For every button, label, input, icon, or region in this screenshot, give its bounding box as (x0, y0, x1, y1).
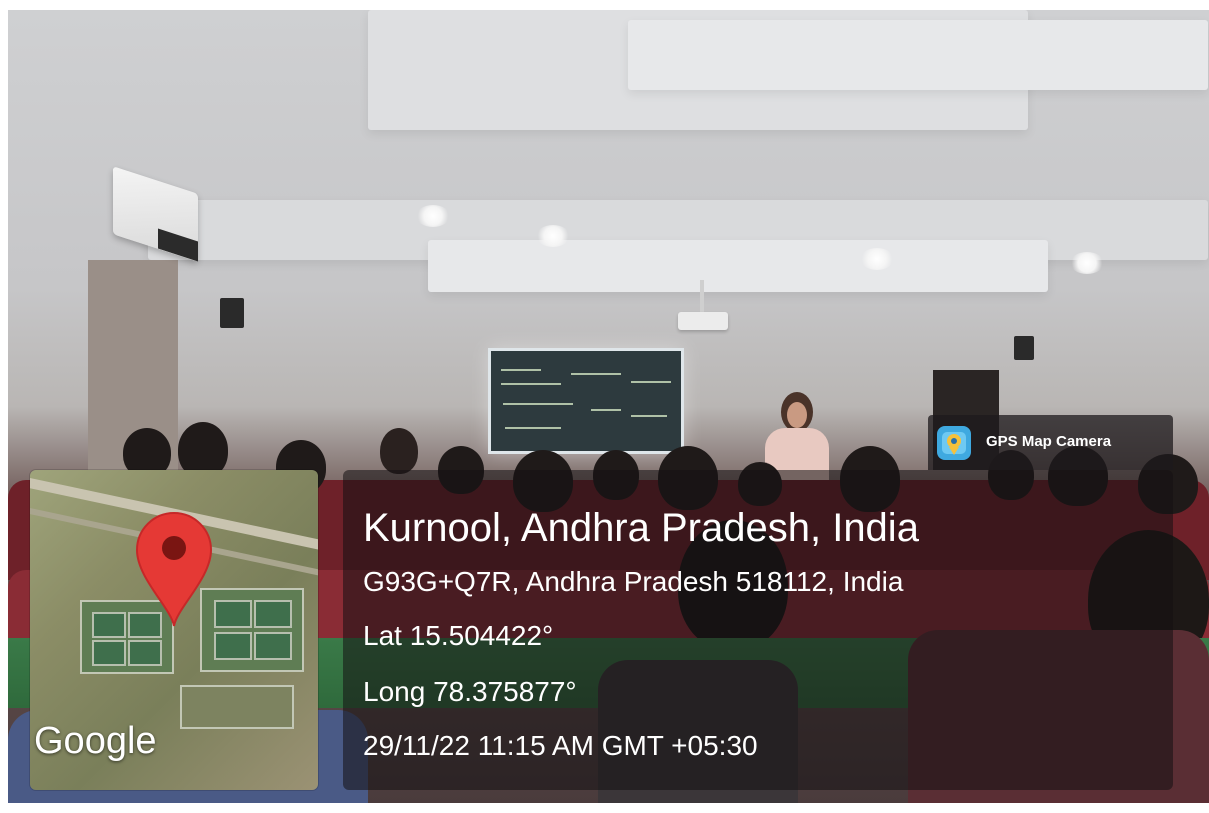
map-field (180, 685, 294, 729)
screen-writing (501, 369, 541, 371)
screen-writing (571, 373, 621, 375)
map-thumbnail: Google (30, 470, 318, 790)
screen-writing (591, 409, 621, 411)
wall-speaker (1014, 336, 1034, 360)
projector (678, 312, 728, 330)
ceiling-panel (628, 20, 1208, 90)
screen-writing (501, 383, 561, 385)
projection-screen (488, 348, 684, 454)
projector-mount (700, 280, 704, 314)
wall-speaker (220, 298, 244, 328)
ceiling-light (1070, 252, 1104, 274)
map-field (92, 640, 126, 666)
map-field (254, 600, 292, 628)
google-logo: Google (34, 720, 157, 762)
place-name: Kurnool, Andhra Pradesh, India (363, 506, 919, 550)
ceiling-light (860, 248, 894, 270)
map-field (214, 632, 252, 660)
ceiling-panel (428, 240, 1048, 292)
map-field (254, 632, 292, 660)
ceiling-light (536, 225, 570, 247)
latitude: Lat 15.504422° (363, 620, 554, 651)
gps-map-camera-badge: GPS Map Camera (928, 415, 1173, 470)
audience-head (380, 428, 418, 474)
presenter-face (787, 402, 807, 428)
location-info-panel: Kurnool, Andhra Pradesh, India G93G+Q7R,… (343, 470, 1173, 790)
longitude: Long 78.375877° (363, 676, 577, 707)
screen-writing (631, 415, 667, 417)
ceiling-light (416, 205, 450, 227)
map-field (92, 612, 126, 638)
top-border (0, 0, 1209, 10)
screen-writing (503, 403, 573, 405)
map-field (214, 600, 252, 628)
map-field (128, 640, 162, 666)
badge-label: GPS Map Camera (986, 433, 1112, 450)
timestamp: 29/11/22 11:15 AM GMT +05:30 (363, 730, 758, 761)
screen-writing (631, 381, 671, 383)
screen-writing (505, 427, 561, 429)
gps-map-camera-icon (937, 426, 971, 460)
map-pin-icon (135, 512, 213, 627)
address: G93G+Q7R, Andhra Pradesh 518112, India (363, 566, 904, 597)
